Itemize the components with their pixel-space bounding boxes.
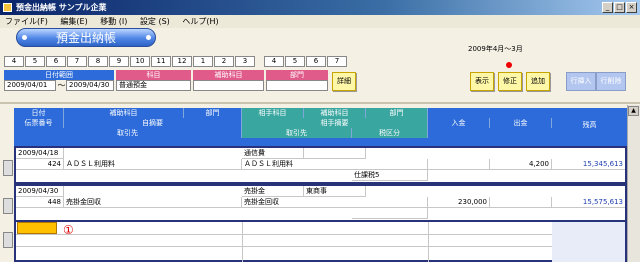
month-tab-4[interactable]: 4 <box>4 56 24 67</box>
account-field[interactable]: 普通預金 <box>116 80 191 91</box>
menu-settings[interactable]: 設定 (S) <box>135 15 175 28</box>
sub-account-field[interactable] <box>193 80 264 91</box>
row-balance: 15,575,613 <box>552 197 625 208</box>
row-own-summary[interactable]: ＡＤＳＬ利用料 <box>64 159 242 170</box>
row-slip-no[interactable]: 448 <box>16 197 64 208</box>
month-tab-11[interactable]: 11 <box>151 56 171 67</box>
month-tab-next-7[interactable]: 7 <box>327 56 347 67</box>
col-opp-sub-account: 補助科目 <box>304 108 366 118</box>
col-tax-category: 税区分 <box>352 128 428 138</box>
balance-cell-empty <box>552 222 625 262</box>
row-opp-account[interactable]: 売掛金 <box>242 186 304 197</box>
sub-account-label: 補助科目 <box>193 70 264 80</box>
window-titlebar: 預金出納帳 サンプル企業 <box>0 0 640 15</box>
date-range-tilde: ～ <box>57 81 66 90</box>
detail-button[interactable]: 詳細 <box>332 72 356 91</box>
month-tab-10[interactable]: 10 <box>130 56 150 67</box>
pill-left-dot-icon <box>22 35 27 40</box>
row-date[interactable]: 2009/04/18 <box>16 148 64 159</box>
delete-row-button[interactable]: 行削除 <box>596 72 626 91</box>
department-field[interactable] <box>266 80 328 91</box>
row-opp-sub-account[interactable] <box>304 148 366 159</box>
col-own-summary: 自摘要 <box>64 118 242 128</box>
col-slip-no: 伝票番号 <box>14 118 64 128</box>
date-to-field[interactable]: 2009/04/30 <box>66 80 114 91</box>
month-tab-6[interactable]: 6 <box>46 56 66 67</box>
row-date[interactable]: 2009/04/30 <box>16 186 64 197</box>
menu-bar: ファイル(F) 編集(E) 移動 (I) 設定 (S) ヘルプ(H) <box>0 15 640 28</box>
menu-move[interactable]: 移動 (I) <box>95 15 132 28</box>
col-opp-summary: 相手摘要 <box>242 118 428 128</box>
date-from-field[interactable]: 2009/04/01 <box>4 80 56 91</box>
month-tab-8[interactable]: 8 <box>88 56 108 67</box>
active-date-cell[interactable] <box>17 222 57 234</box>
col-sub-account: 補助科目 <box>64 108 184 118</box>
scroll-up-arrow-icon[interactable]: ▲ <box>628 106 639 116</box>
col-partner: 取引先 <box>14 128 242 138</box>
row-gridline <box>428 222 429 262</box>
col-opp-partner: 取引先 <box>242 128 352 138</box>
col-deposit: 入金 <box>428 118 490 128</box>
app-icon <box>3 3 12 12</box>
row-own-summary[interactable]: 売掛金回収 <box>64 197 242 208</box>
menu-edit[interactable]: 編集(E) <box>55 15 92 28</box>
row-opp-summary[interactable]: 売掛金回収 <box>242 197 428 208</box>
menu-file[interactable]: ファイル(F) <box>0 15 53 28</box>
divider <box>0 102 640 104</box>
row-handle[interactable] <box>3 160 13 176</box>
modify-button[interactable]: 修正 <box>498 72 522 91</box>
row-gridline <box>16 234 625 235</box>
maximize-button[interactable]: □ <box>614 2 625 13</box>
close-button[interactable]: × <box>626 2 637 13</box>
row-withdrawal[interactable]: 4,200 <box>490 159 552 170</box>
minimize-button[interactable]: _ <box>602 2 613 13</box>
month-tab-2[interactable]: 2 <box>214 56 234 67</box>
month-tab-12[interactable]: 12 <box>172 56 192 67</box>
new-entry-row[interactable] <box>14 220 627 262</box>
month-tab-3[interactable]: 3 <box>235 56 255 67</box>
row-gridline <box>16 246 625 247</box>
status-red-dot-icon <box>506 62 512 68</box>
show-button[interactable]: 表示 <box>470 72 494 91</box>
col-department: 部門 <box>184 108 242 118</box>
row-withdrawal[interactable] <box>490 197 552 208</box>
month-tab-9[interactable]: 9 <box>109 56 129 67</box>
col-opp-account: 相手科目 <box>242 108 304 118</box>
department-label: 部門 <box>266 70 328 80</box>
row-slip-no[interactable]: 424 <box>16 159 64 170</box>
col-withdrawal: 出金 <box>490 118 552 128</box>
row-opp-account[interactable]: 通信費 <box>242 148 304 159</box>
marker-circled-one: ① <box>63 223 74 237</box>
col-balance: 残高 <box>552 120 627 130</box>
col-date: 日付 <box>14 108 64 118</box>
row-tax-category[interactable]: 仕課税5 <box>352 170 428 181</box>
fiscal-period: 2009年4月～3月 <box>468 45 523 53</box>
row-gridline <box>242 222 243 262</box>
row-handle[interactable] <box>3 232 13 248</box>
row-handle[interactable] <box>3 198 13 214</box>
menu-help[interactable]: ヘルプ(H) <box>177 15 223 28</box>
row-opp-summary[interactable]: ＡＤＳＬ利用料 <box>242 159 428 170</box>
month-tab-next-6[interactable]: 6 <box>306 56 326 67</box>
row-balance: 15,345,613 <box>552 159 625 170</box>
row-deposit[interactable] <box>428 159 490 170</box>
date-range-label: 日付範囲 <box>4 70 114 80</box>
account-label: 科目 <box>116 70 191 80</box>
pill-right-dot-icon <box>146 35 151 40</box>
row-deposit[interactable]: 230,000 <box>428 197 490 208</box>
month-tab-5[interactable]: 5 <box>25 56 45 67</box>
col-opp-department: 部門 <box>366 108 428 118</box>
month-tab-7[interactable]: 7 <box>67 56 87 67</box>
row-tax-category[interactable] <box>352 208 428 219</box>
month-tab-1[interactable]: 1 <box>193 56 213 67</box>
month-tab-next-4[interactable]: 4 <box>264 56 284 67</box>
add-button[interactable]: 追加 <box>526 72 550 91</box>
window-title: 預金出納帳 サンプル企業 <box>16 3 107 12</box>
month-tab-next-5[interactable]: 5 <box>285 56 305 67</box>
insert-row-button[interactable]: 行挿入 <box>566 72 596 91</box>
vertical-scrollbar[interactable] <box>627 105 640 262</box>
screen-title: 預金出納帳 <box>16 28 156 47</box>
row-opp-sub-account[interactable]: 東商事 <box>304 186 366 197</box>
